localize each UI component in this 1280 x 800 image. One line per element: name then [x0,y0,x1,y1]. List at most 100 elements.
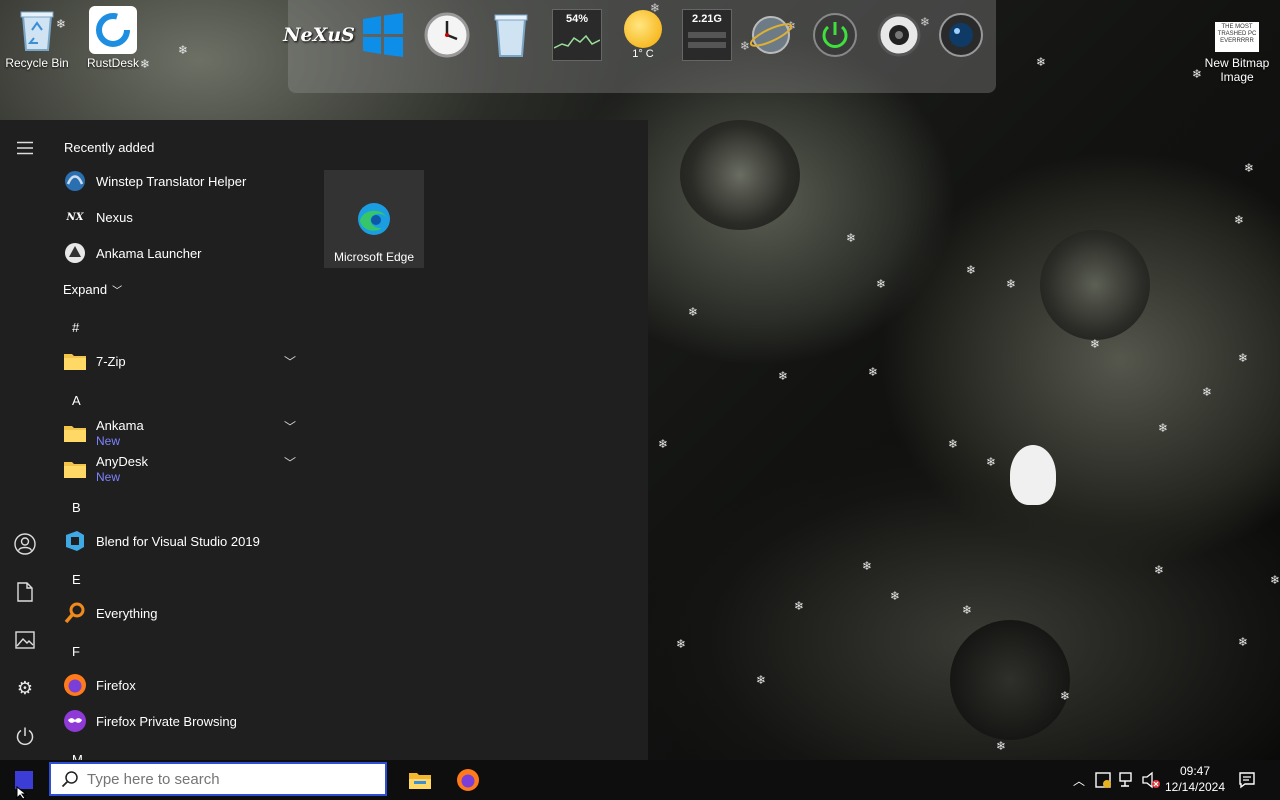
section-letter[interactable]: F [72,644,80,659]
volume-muted-icon [1142,771,1160,789]
bitmap-thumbnail: THE MOST TRASHED PC EVERRRRR [1215,22,1259,52]
nexus-logo-icon: NeXuS [283,24,355,46]
desktop-icon-recycle-bin[interactable]: Recycle Bin [0,6,74,70]
desktop-icon-label: RustDesk [86,56,139,70]
clock-icon [424,12,470,58]
tile-microsoft-edge[interactable]: Microsoft Edge [324,170,424,268]
list-item-nexus[interactable]: NX Nexus [50,199,306,235]
app-label: Ankama [96,418,144,433]
file-explorer-icon [409,773,431,789]
taskbar-file-explorer[interactable] [400,760,440,800]
folder-icon [62,456,88,482]
gear-icon: ⚙ [16,677,34,698]
dock-clock[interactable] [420,8,474,62]
dock-windows[interactable] [356,8,410,62]
list-item-ankama[interactable]: Ankama New ﹀ [50,414,306,452]
app-label: Winstep Translator Helper [96,173,247,189]
hamburger-menu-button[interactable] [10,133,40,163]
chevron-down-icon: ﹀ [283,456,296,470]
desktop-icon-rustdesk[interactable]: RustDesk [76,6,150,70]
pictures-button[interactable] [10,625,40,655]
globe-icon [749,16,793,54]
app-label: Blend for Visual Studio 2019 [96,533,260,549]
rustdesk-icon [89,6,137,54]
winstep-nexus-dock: NeXuS 54% 1° C 2.21G [283,0,996,93]
app-label: Nexus [96,209,133,225]
desktop-icon-label: New Bitmap Image [1204,56,1270,84]
recycle-bin-icon [13,6,61,54]
memory-meter-icon: 2.21G [682,9,732,61]
app-label: AnyDesk [96,454,149,469]
section-letter[interactable]: E [72,572,81,587]
ankama-launcher-icon [62,240,88,266]
desktop-icon-new-bitmap[interactable]: THE MOST TRASHED PC EVERRRRR New Bitmap … [1200,20,1274,84]
recently-added-header: Recently added [64,140,155,155]
tray-network[interactable] [1116,760,1138,800]
taskbar: ︿ 09:47 12/14/2024 [0,760,1280,800]
dock-internet[interactable] [744,8,798,62]
magnifier-icon [62,600,88,626]
user-icon [14,533,36,555]
chevron-down-icon: ﹀ [283,420,296,434]
list-item-7zip[interactable]: 7-Zip ﹀ [50,343,306,379]
edge-icon [358,203,390,235]
clock-date: 12/14/2024 [1164,780,1226,794]
start-menu-rail: ⚙ [0,120,50,760]
notification-icon [1239,772,1255,789]
dock-shutdown[interactable] [808,8,862,62]
list-item-blend[interactable]: Blend for Visual Studio 2019 [50,523,306,559]
chevron-down-icon: ﹀ [283,354,296,369]
dock-nexus[interactable]: NeXuS [283,8,355,62]
dock-recycle-bin[interactable] [484,8,538,62]
tray-volume[interactable] [1140,760,1162,800]
dock-memory-meter[interactable]: 2.21G [680,8,734,62]
start-menu: ⚙ Recently added Winstep Translator Help… [0,120,648,767]
firefox-private-icon [62,708,88,734]
section-letter[interactable]: A [72,393,81,408]
list-item-anydesk[interactable]: AnyDesk New ﹀ [50,450,306,488]
tray-security[interactable] [1092,760,1114,800]
memory-used: 2.21G [692,13,722,25]
account-button[interactable] [10,529,40,559]
temperature: 1° C [632,48,654,60]
dock-cpu-meter[interactable]: 54% [550,8,604,62]
settings-button[interactable]: ⚙ [10,673,40,703]
search-input[interactable] [85,769,379,789]
list-item-firefox[interactable]: Firefox [50,667,306,703]
list-item-ankama-launcher[interactable]: Ankama Launcher [50,235,306,271]
goose-icon [1010,445,1056,505]
bitmap-image-icon: THE MOST TRASHED PC EVERRRRR [1213,20,1261,54]
dock-weather[interactable]: 1° C [616,8,670,62]
section-letter[interactable]: B [72,500,81,515]
desktop-icon-label: Recycle Bin [5,56,69,70]
search-icon [61,771,78,788]
dock-audio[interactable] [872,8,926,62]
app-label: Ankama Launcher [96,245,202,261]
app-label: 7-Zip [96,353,126,369]
folder-icon [62,348,88,374]
list-item-everything[interactable]: Everything [50,595,306,631]
section-letter[interactable]: # [72,320,79,335]
document-icon [17,582,33,602]
action-center-button[interactable] [1236,760,1258,800]
app-label: Everything [96,605,158,621]
power-button[interactable] [10,721,40,751]
firefox-icon [62,672,88,698]
shield-alert-icon [1095,772,1111,788]
dock-webcam[interactable] [934,8,988,62]
power-icon [16,727,34,746]
expand-button[interactable]: Expand ﹀ [50,271,130,307]
documents-button[interactable] [10,577,40,607]
speaker-icon [877,13,921,57]
list-item-firefox-private[interactable]: Firefox Private Browsing [50,703,306,739]
taskbar-clock[interactable]: 09:47 12/14/2024 [1160,763,1230,795]
chevron-down-icon: ﹀ [112,285,123,297]
nexus-icon: NX [66,211,84,223]
list-item-winstep-translator[interactable]: Winstep Translator Helper [50,163,306,199]
tile-label: Microsoft Edge [333,250,415,264]
app-list: Recently added Winstep Translator Helper… [50,120,310,767]
folder-icon [62,420,88,446]
show-hidden-icons-button[interactable]: ︿ [1068,760,1090,800]
taskbar-search[interactable] [49,762,387,796]
taskbar-firefox[interactable] [448,760,488,800]
